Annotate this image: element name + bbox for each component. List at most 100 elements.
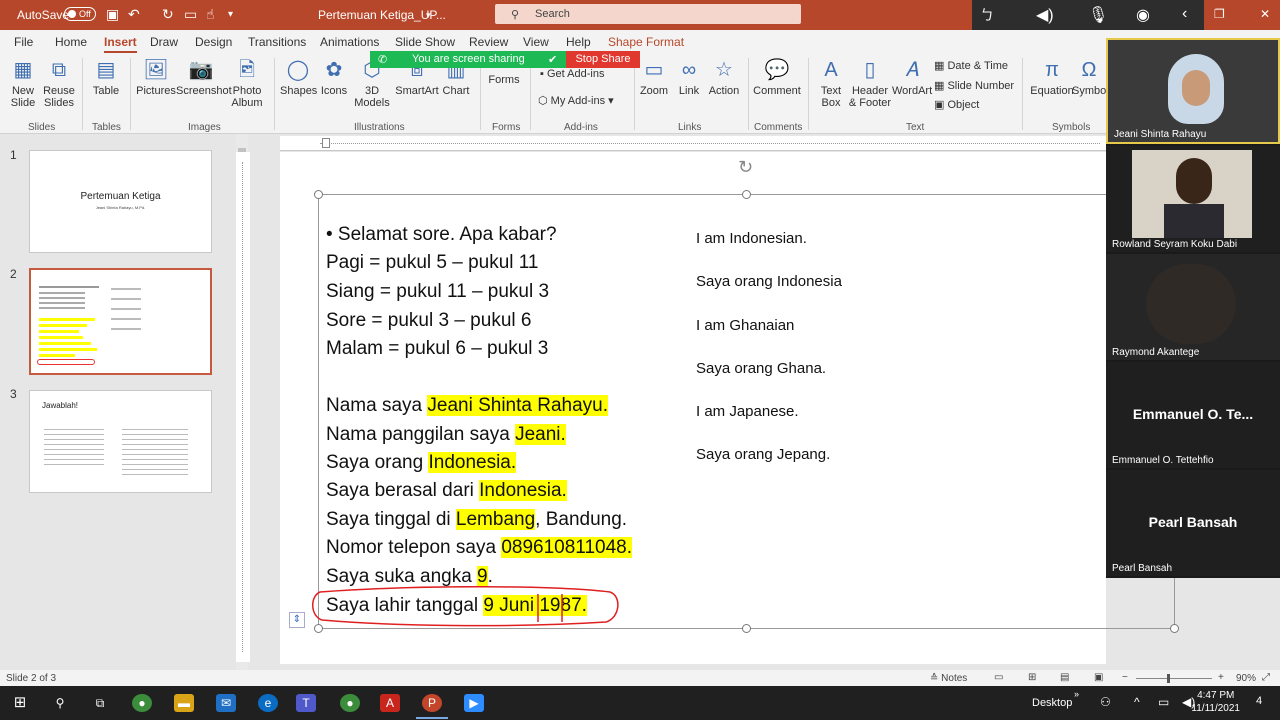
zoom-in-icon[interactable]: + [1218,672,1224,683]
table-button[interactable]: ▤ Table [88,58,124,97]
microphone-icon[interactable]: 🎙 [1088,5,1108,25]
my-addins-button[interactable]: ⬡ My Add-ins ▾ [538,94,614,107]
tab-shape-format[interactable]: Shape Format [608,35,684,49]
slide-number-button[interactable]: ▦ Slide Number [934,79,1014,92]
slide-thumbnail-2[interactable] [29,268,212,375]
taskbar-search-icon[interactable]: ⚲ [50,694,70,712]
redo-icon[interactable]: ↻ [162,6,174,23]
chrome-icon[interactable]: ● [132,694,152,712]
get-addins-button[interactable]: ▪ Get Add-ins [540,68,604,80]
fit-slide-icon[interactable]: ⤢ [1262,672,1270,683]
edge-icon[interactable]: e [258,694,278,712]
resize-handle[interactable] [742,624,751,633]
zoom-level[interactable]: 90% [1236,673,1256,684]
reading-view-icon[interactable]: ▤ [1060,672,1069,683]
touch-mode-icon[interactable]: ☝ [206,6,215,23]
wordart-button[interactable]: 𝐴 WordArt [892,58,932,97]
bopomofo-icon[interactable]: ㄅ [980,5,994,25]
slide-sorter-icon[interactable]: ⊞ [1028,672,1036,683]
chevron-left-icon[interactable]: ‹ [1182,5,1187,23]
slide-thumbnail-1[interactable]: Pertemuan Ketiga Jeani Shinta Rahayu, M.… [29,150,212,253]
zoom-icon[interactable]: ▶ [464,694,484,712]
translation-line: Saya orang Jepang. [696,446,831,463]
slide-thumbnail-3[interactable]: Jawablah! [29,390,212,493]
zoom-button[interactable]: ▭ Zoom [638,58,670,97]
system-clock[interactable]: 4:47 PM 11/11/2021 [1191,689,1240,715]
shapes-button[interactable]: ◯ Shapes [280,58,317,97]
notification-icon[interactable]: 4 [1256,695,1262,707]
close-icon[interactable]: ✕ [1260,7,1270,21]
zoom-slider[interactable] [1136,678,1212,679]
tab-slide-show[interactable]: Slide Show [395,35,455,49]
tab-help[interactable]: Help [566,35,591,49]
slideshow-icon[interactable]: ▣ [1094,672,1103,683]
forms-button[interactable]: Forms [486,74,522,86]
tab-design[interactable]: Design [195,35,232,49]
powerpoint-icon[interactable]: P [422,694,442,712]
volume-icon[interactable]: ◀) [1036,5,1054,25]
broadcast-icon[interactable]: ◉ [1136,5,1150,25]
screenshot-button[interactable]: 📷 Screenshot [176,58,232,97]
photo-album-button[interactable]: 🖻 Photo Album [226,58,268,109]
object-button[interactable]: ▣ Object [934,98,979,111]
text-box-button[interactable]: A Text Box [814,58,848,109]
tab-review[interactable]: Review [469,35,508,49]
autosave-toggle[interactable]: Off [64,7,96,21]
action-button[interactable]: ☆ Action [706,58,742,97]
header-footer-button[interactable]: ▯ Header & Footer [848,58,892,109]
stop-share-button[interactable]: Stop Share [566,51,640,68]
autofit-options-icon[interactable]: ⇕ [289,612,305,628]
file-explorer-icon[interactable]: ▬ [174,694,194,712]
search-box[interactable]: ⚲ Search [495,4,801,24]
tab-home[interactable]: Home [55,35,87,49]
chevron-right-icon[interactable]: » [1074,689,1079,699]
task-view-icon[interactable]: ⧉ [90,694,110,712]
acrobat-icon[interactable]: A [380,694,400,712]
start-from-beginning-icon[interactable]: ▭ [184,6,197,23]
tab-insert[interactable]: Insert [104,35,137,53]
symbol-button[interactable]: Ω Symbo [1072,58,1106,97]
chrome-profile-icon[interactable]: ● [340,694,360,712]
link-button[interactable]: ∞ Link [672,58,706,97]
new-slide-button[interactable]: ▦ New Slide [4,58,42,109]
resize-handle[interactable] [1170,624,1179,633]
title-chevron-down-icon[interactable]: ▾ [426,10,431,21]
right-scrollbar[interactable] [1266,580,1280,670]
tab-draw[interactable]: Draw [150,35,178,49]
restore-icon[interactable]: ❐ [1214,7,1225,21]
rotate-handle-icon[interactable]: ↻ [738,157,753,178]
video-tile[interactable]: Pearl Bansah Pearl Bansah [1106,470,1280,576]
tab-transitions[interactable]: Transitions [248,35,306,49]
windows-start-icon[interactable]: ⊞ [10,694,30,712]
undo-icon[interactable]: ↶ [128,6,140,23]
notes-button[interactable]: ≙ Notes [930,673,967,684]
date-time-button[interactable]: ▦ Date & Time [934,59,1008,72]
video-tile[interactable]: Raymond Akantege [1106,254,1280,360]
chevron-up-icon[interactable]: ^ [1134,695,1140,709]
save-icon[interactable]: ▣ [106,6,119,23]
zoom-out-icon[interactable]: − [1122,672,1128,683]
network-icon[interactable]: ▭ [1158,695,1169,709]
tab-file[interactable]: File [14,35,33,49]
tab-animations[interactable]: Animations [320,35,379,49]
pictures-button[interactable]: 🖼 Pictures [136,58,176,97]
video-tile[interactable]: Emmanuel O. Te... Emmanuel O. Tettehfio [1106,362,1280,468]
equation-button[interactable]: π Equation [1028,58,1076,97]
video-tile[interactable]: Rowland Seyram Koku Dabi [1106,146,1280,252]
icons-button[interactable]: ✿ Icons [318,58,350,97]
customize-toolbar-icon[interactable]: ▾ [228,9,233,20]
indent-marker[interactable] [322,138,330,148]
tab-view[interactable]: View [523,35,549,49]
people-icon[interactable]: ⚇ [1100,695,1111,709]
reuse-slides-button[interactable]: ⧉ Reuse Slides [42,58,76,109]
video-tile[interactable]: Jeani Shinta Rahayu [1106,38,1280,144]
zoom-slider-thumb[interactable] [1167,674,1170,683]
mail-icon[interactable]: ✉ [216,694,236,712]
normal-view-icon[interactable]: ▭ [994,672,1003,683]
desktop-toolbar[interactable]: Desktop [1032,697,1072,709]
resize-handle[interactable] [314,190,323,199]
resize-handle[interactable] [742,190,751,199]
teams-icon[interactable]: T [296,694,316,712]
participant-name: Rowland Seyram Koku Dabi [1112,239,1238,250]
comment-button[interactable]: 💬 Comment [752,58,802,97]
